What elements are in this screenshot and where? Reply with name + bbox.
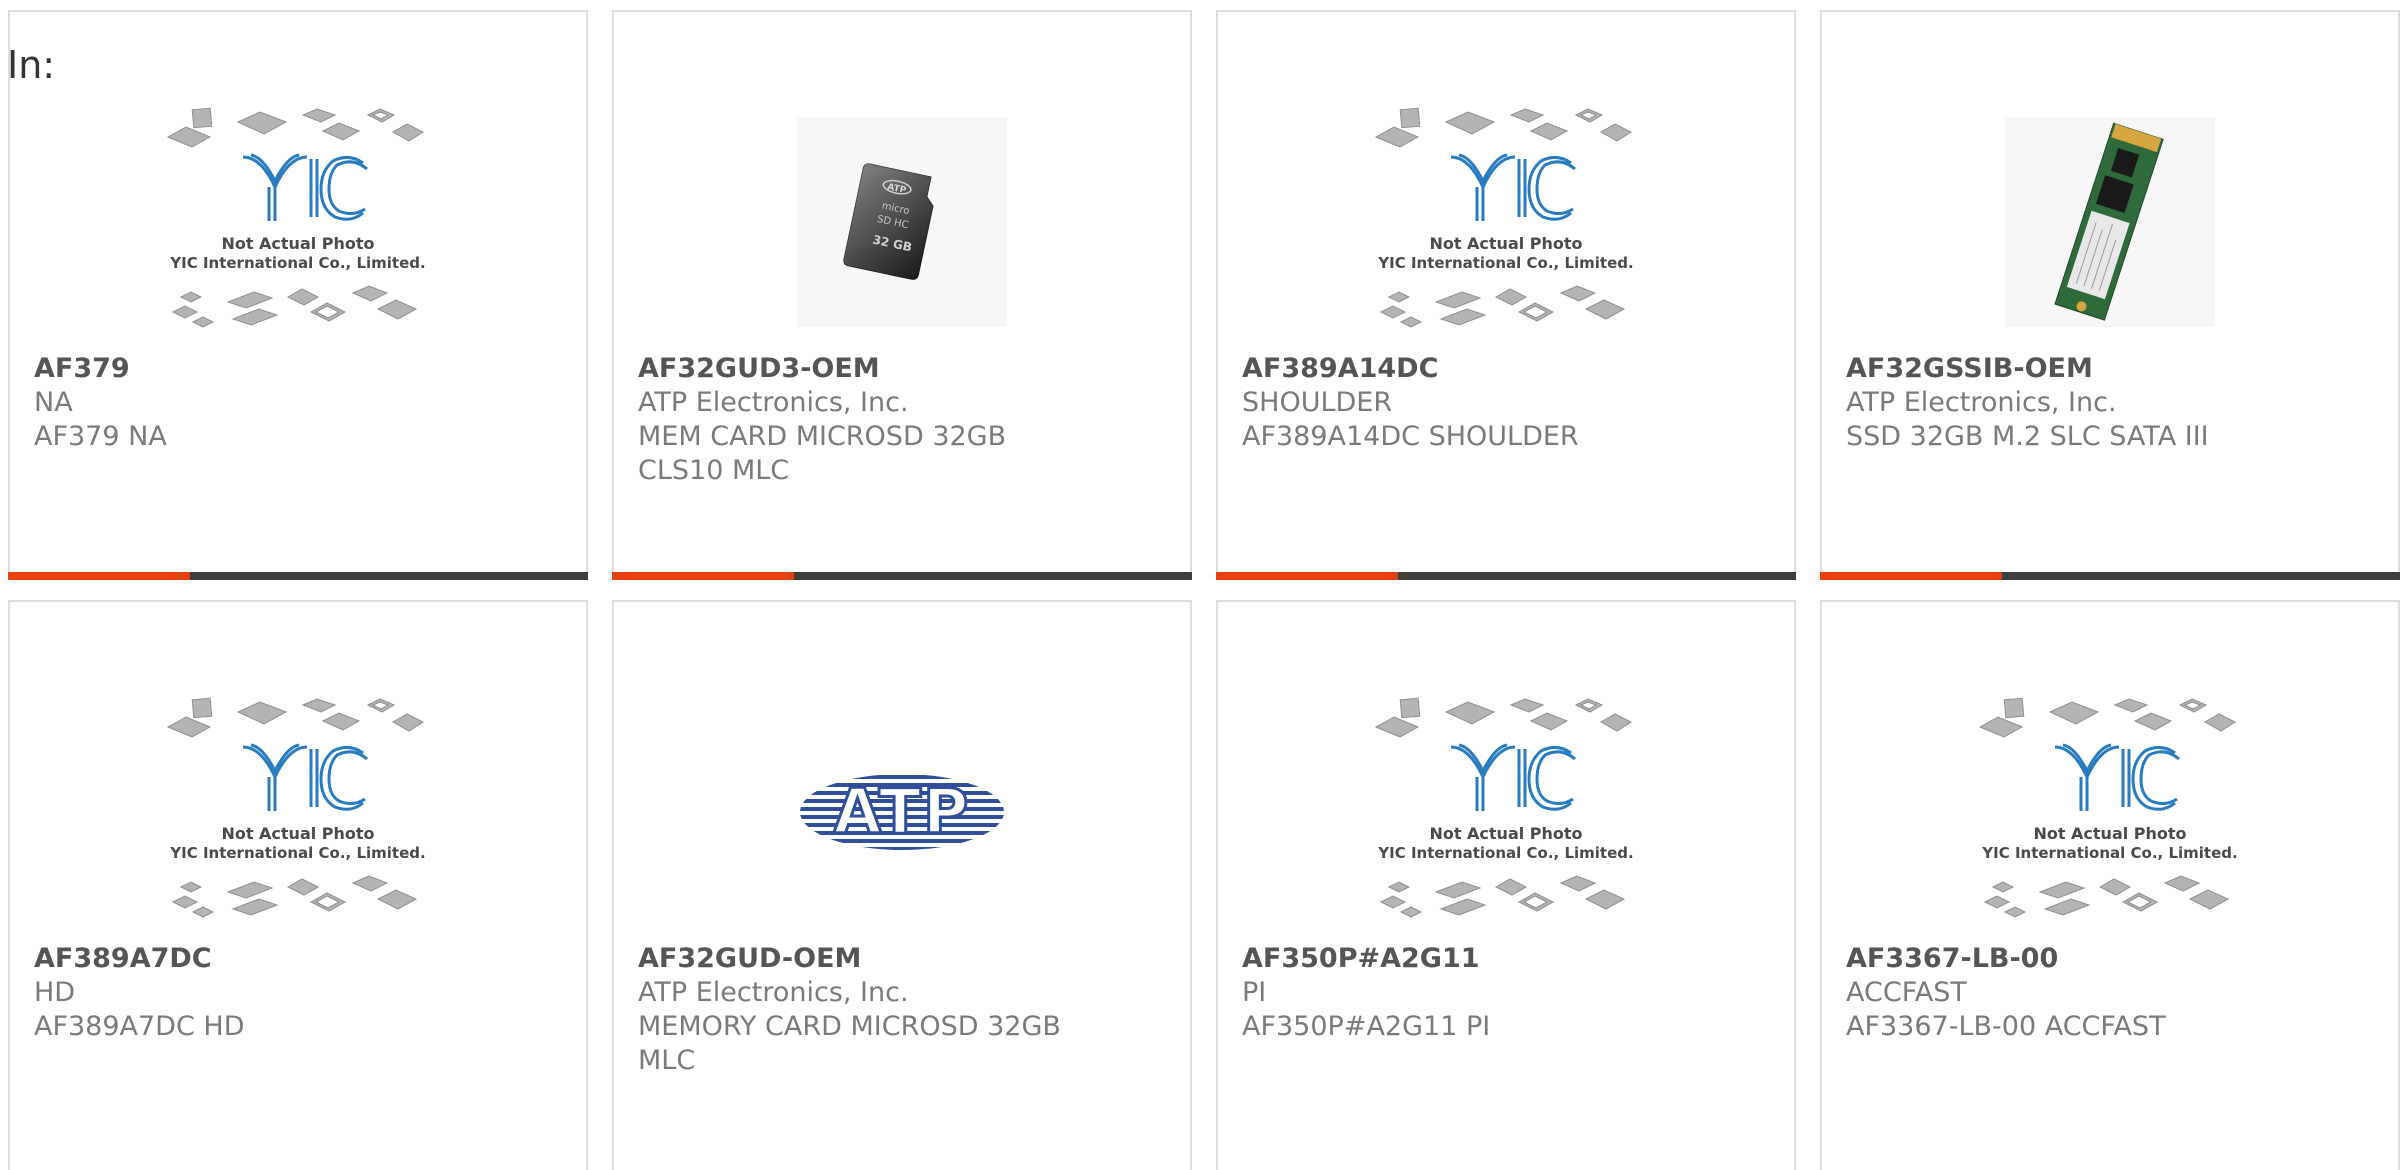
placeholder-line1: Not Actual Photo [2033, 824, 2186, 843]
description-line: MEMORY CARD MICROSD 32GB [638, 1011, 1061, 1042]
m2-ssd-image [2005, 117, 2215, 327]
product-card[interactable]: Not Actual Photo YIC International Co., … [8, 10, 588, 580]
placeholder-line1: Not Actual Photo [221, 234, 374, 253]
description-line: AF350P#A2G11 PI [1242, 1011, 1491, 1042]
manufacturer: PI [1242, 977, 1267, 1008]
placeholder-image: Not Actual Photo YIC International Co., … [166, 107, 426, 328]
product-image[interactable]: ATP [614, 677, 1190, 947]
placeholder-line2: YIC International Co., Limited. [1377, 844, 1633, 862]
part-number[interactable]: AF379 [34, 352, 562, 386]
card-bottom-bar-accent [612, 572, 794, 580]
placeholder-image: Not Actual Photo YIC International Co., … [1374, 107, 1634, 328]
placeholder-image: Not Actual Photo YIC International Co., … [1374, 697, 1634, 918]
placeholder-line2: YIC International Co., Limited. [169, 844, 425, 862]
placeholder-line1: Not Actual Photo [1429, 824, 1582, 843]
description-line: MEM CARD MICROSD 32GB [638, 421, 1007, 452]
manufacturer: ATP Electronics, Inc. [638, 387, 909, 418]
product-info: AF389A14DC SHOULDER AF389A14DC SHOULDER [1242, 352, 1770, 454]
part-number[interactable]: AF32GUD3-OEM [638, 352, 1166, 386]
description-line: AF379 NA [34, 421, 167, 452]
part-number[interactable]: AF32GUD-OEM [638, 942, 1166, 976]
placeholder-line1: Not Actual Photo [1429, 234, 1582, 253]
card-bottom-bar [8, 572, 588, 580]
product-card[interactable]: ATP AF32GUD-OEM ATP Electronics, Inc. MEMO… [612, 600, 1192, 1170]
product-info: AF350P#A2G11 PI AF350P#A2G11 PI [1242, 942, 1770, 1044]
product-info: AF379 NA AF379 NA [34, 352, 562, 454]
description-line: MLC [638, 1045, 696, 1076]
product-card[interactable]: Not Actual Photo YIC International Co., … [8, 600, 588, 1170]
description-line: CLS10 MLC [638, 455, 790, 486]
product-info: AF389A7DC HD AF389A7DC HD [34, 942, 562, 1044]
product-image[interactable]: ATP micro SD HC 32 GB [614, 87, 1190, 357]
product-image[interactable]: Not Actual Photo YIC International Co., … [10, 677, 586, 947]
product-image[interactable] [1822, 87, 2398, 357]
description-line: AF389A7DC HD [34, 1011, 245, 1042]
placeholder-line2: YIC International Co., Limited. [1981, 844, 2237, 862]
manufacturer: ATP Electronics, Inc. [638, 977, 909, 1008]
manufacturer: HD [34, 977, 76, 1008]
part-number[interactable]: AF389A7DC [34, 942, 562, 976]
card-bottom-bar [1820, 572, 2400, 580]
part-number[interactable]: AF389A14DC [1242, 352, 1770, 386]
product-info: AF32GUD-OEM ATP Electronics, Inc. MEMORY C… [638, 942, 1166, 1078]
microsd-card-image: ATP micro SD HC 32 GB [797, 117, 1007, 327]
description-line: AF389A14DC SHOULDER [1242, 421, 1579, 452]
product-card[interactable]: Not Actual Photo YIC International Co., … [1216, 10, 1796, 580]
product-card[interactable]: ATP micro SD HC 32 GB AF32GUD3-OEM ATP El… [612, 10, 1192, 580]
filter-in-label: In: [7, 43, 56, 87]
part-number[interactable]: AF32GSSIB-OEM [1846, 352, 2374, 386]
product-info: AF32GUD3-OEM ATP Electronics, Inc. MEM CAR… [638, 352, 1166, 488]
card-bottom-bar [1216, 572, 1796, 580]
product-image[interactable]: Not Actual Photo YIC International Co., … [1822, 677, 2398, 947]
placeholder-image: Not Actual Photo YIC International Co., … [1978, 697, 2238, 918]
placeholder-image: Not Actual Photo YIC International Co., … [166, 697, 426, 918]
placeholder-line1: Not Actual Photo [221, 824, 374, 843]
manufacturer: ACCFAST [1846, 977, 1967, 1008]
manufacturer: SHOULDER [1242, 387, 1393, 418]
product-card[interactable]: AF32GSSIB-OEM ATP Electronics, Inc. SSD 32… [1820, 10, 2400, 580]
product-grid: Not Actual Photo YIC International Co., … [8, 10, 2400, 1170]
card-bottom-bar-accent [1216, 572, 1398, 580]
product-image[interactable]: Not Actual Photo YIC International Co., … [1218, 87, 1794, 357]
description-line: AF3367-LB-00 ACCFAST [1846, 1011, 2166, 1042]
product-image[interactable]: Not Actual Photo YIC International Co., … [1218, 677, 1794, 947]
placeholder-line2: YIC International Co., Limited. [169, 254, 425, 272]
product-image[interactable]: Not Actual Photo YIC International Co., … [10, 87, 586, 357]
product-card[interactable]: Not Actual Photo YIC International Co., … [1216, 600, 1796, 1170]
svg-text:ATP: ATP [834, 775, 971, 848]
product-card[interactable]: Not Actual Photo YIC International Co., … [1820, 600, 2400, 1170]
part-number[interactable]: AF3367-LB-00 [1846, 942, 2374, 976]
product-info: AF32GSSIB-OEM ATP Electronics, Inc. SSD 32… [1846, 352, 2374, 454]
part-number[interactable]: AF350P#A2G11 [1242, 942, 1770, 976]
card-bottom-bar [612, 572, 1192, 580]
manufacturer: NA [34, 387, 73, 418]
placeholder-line2: YIC International Co., Limited. [1377, 254, 1633, 272]
card-bottom-bar-accent [8, 572, 190, 580]
card-bottom-bar-accent [1820, 572, 2002, 580]
product-info: AF3367-LB-00 ACCFAST AF3367-LB-00 ACCFAST [1846, 942, 2374, 1044]
manufacturer: ATP Electronics, Inc. [1846, 387, 2117, 418]
atp-logo-image: ATP [800, 774, 1004, 850]
description-line: SSD 32GB M.2 SLC SATA III [1846, 421, 2209, 452]
